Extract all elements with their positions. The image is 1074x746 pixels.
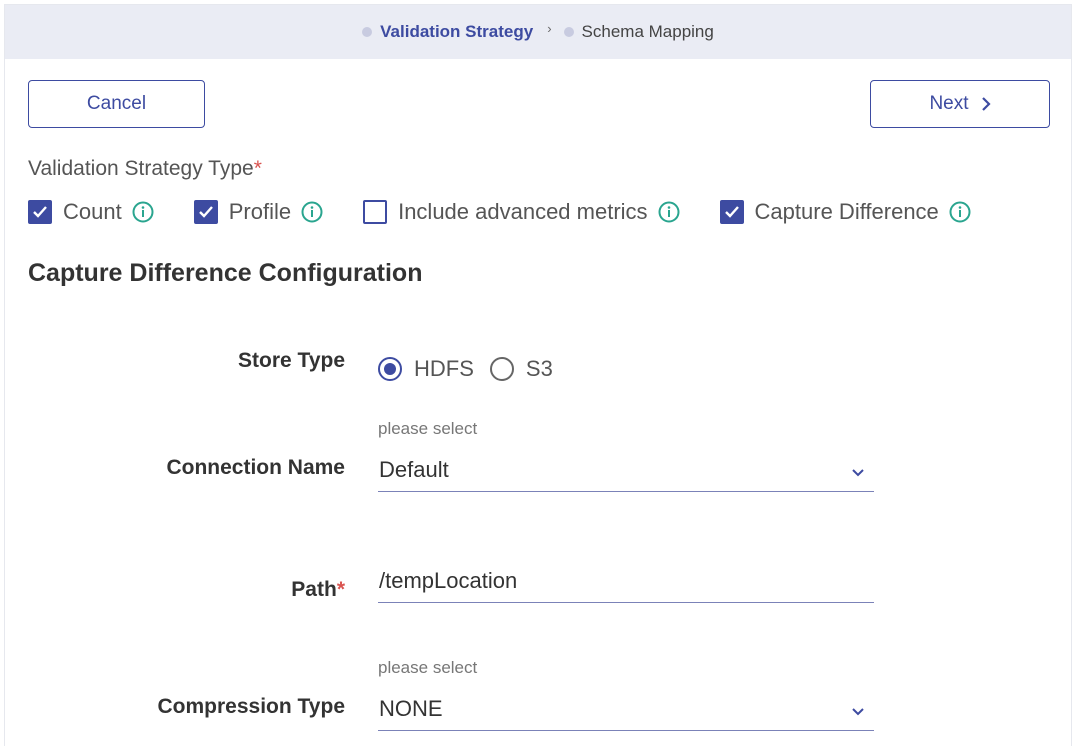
info-icon[interactable] — [949, 201, 971, 223]
capture-difference-checkbox[interactable] — [719, 200, 744, 224]
info-icon[interactable] — [301, 201, 323, 223]
s3-label: S3 — [525, 356, 553, 381]
wizard-card: Validation Strategy › Schema Mapping Can… — [4, 4, 1072, 746]
option-include-advanced-metrics[interactable]: Include advanced metrics — [363, 199, 680, 225]
path-value: /tempLocation — [379, 568, 518, 593]
include-advanced-metrics-checkbox[interactable] — [363, 200, 388, 224]
compression-type-hint: please select — [378, 658, 478, 677]
info-icon[interactable] — [658, 201, 680, 223]
checkmark-icon — [724, 206, 739, 218]
connection-name-hint: please select — [378, 419, 478, 438]
step-schema-mapping[interactable]: Schema Mapping — [563, 22, 714, 42]
validation-strategy-type-label: Validation Strategy Type* — [28, 157, 262, 180]
step-label: Validation Strategy — [380, 22, 534, 41]
next-button[interactable]: Next — [870, 80, 1050, 128]
count-checkbox[interactable] — [28, 200, 52, 224]
store-type-label: Store Type — [238, 349, 345, 372]
option-profile[interactable]: Profile — [193, 199, 323, 225]
count-label: Count — [63, 199, 122, 224]
compression-type-select[interactable]: please select NONE — [378, 658, 874, 731]
store-type-radio-group: HDFS S3 — [378, 356, 569, 382]
step-label: Schema Mapping — [581, 22, 714, 41]
validation-strategy-options: Count Profile Include advanced metrics C… — [28, 199, 1011, 225]
capture-difference-label: Capture Difference — [754, 199, 939, 224]
step-validation-strategy[interactable]: Validation Strategy — [362, 22, 533, 42]
path-input[interactable]: /tempLocation — [378, 564, 874, 603]
checkmark-icon — [198, 206, 213, 218]
required-mark: * — [253, 157, 262, 180]
connection-name-label: Connection Name — [166, 456, 345, 479]
config-section-title: Capture Difference Configuration — [28, 259, 423, 287]
next-button-label: Next — [929, 93, 969, 114]
connection-name-value: Default — [379, 457, 449, 482]
chevron-right-icon — [981, 97, 991, 111]
option-count[interactable]: Count — [28, 199, 154, 225]
profile-label: Profile — [228, 199, 292, 224]
required-mark: * — [336, 578, 345, 601]
chevron-down-icon[interactable] — [850, 465, 866, 481]
stepper: Validation Strategy › Schema Mapping — [5, 5, 1071, 59]
include-advanced-metrics-label: Include advanced metrics — [398, 199, 648, 224]
cancel-button[interactable]: Cancel — [28, 80, 205, 128]
connection-name-select[interactable]: please select Default — [378, 419, 874, 492]
s3-radio[interactable] — [489, 357, 514, 381]
compression-type-value: NONE — [379, 696, 443, 721]
step-dot — [362, 27, 373, 37]
option-capture-difference[interactable]: Capture Difference — [719, 199, 971, 225]
cancel-button-label: Cancel — [86, 93, 147, 114]
chevron-down-icon[interactable] — [850, 704, 866, 720]
step-arrow-icon: › — [547, 20, 552, 36]
step-dot — [563, 27, 574, 37]
hdfs-label: HDFS — [414, 356, 474, 381]
profile-checkbox[interactable] — [193, 200, 218, 224]
path-label: Path* — [291, 578, 345, 601]
info-icon[interactable] — [132, 201, 154, 223]
hdfs-radio[interactable] — [378, 357, 402, 381]
compression-type-label: Compression Type — [157, 695, 345, 718]
checkmark-icon — [33, 206, 47, 218]
